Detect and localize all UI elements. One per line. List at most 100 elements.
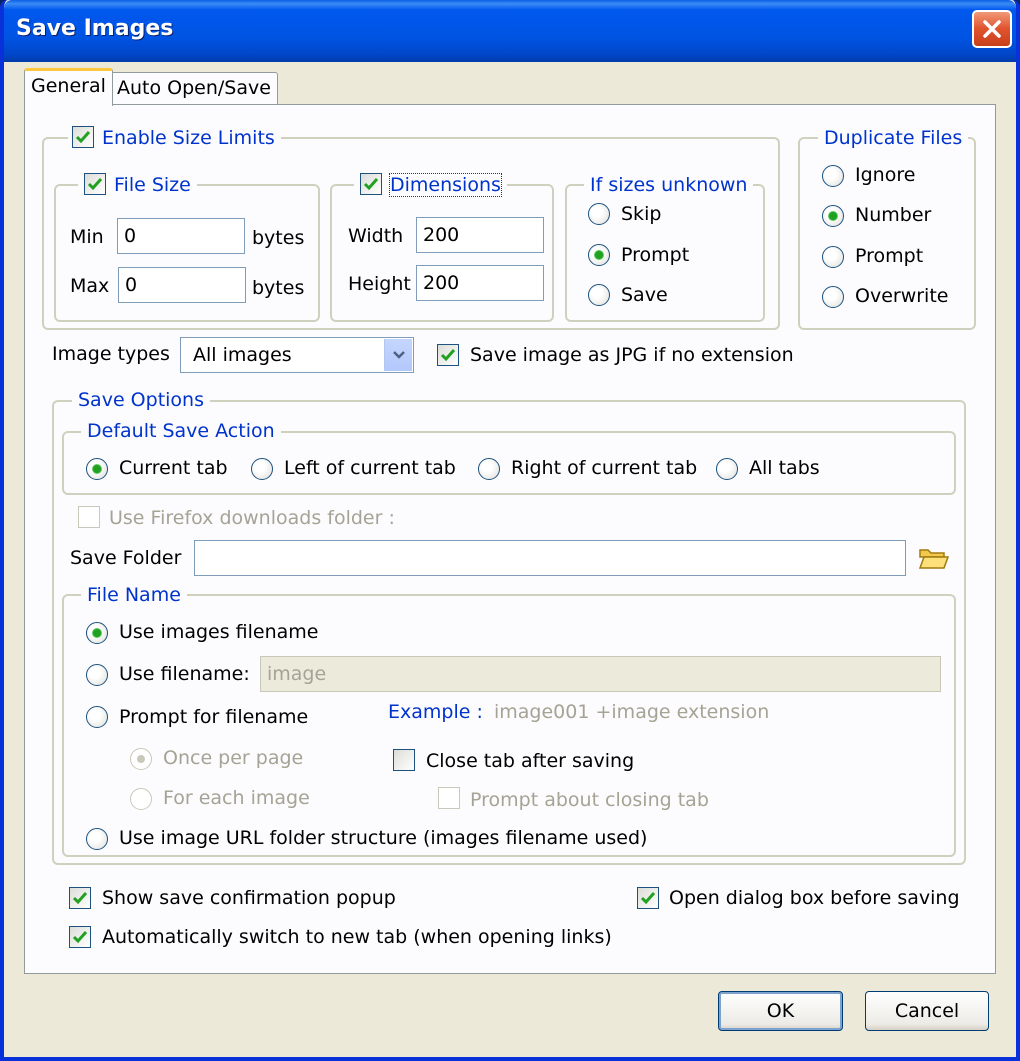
max-size-input[interactable]: 0 — [118, 267, 246, 303]
checkmark-icon — [363, 177, 379, 190]
cancel-button[interactable]: Cancel — [865, 991, 989, 1031]
tab-auto-open-save[interactable]: Auto Open/Save — [110, 72, 278, 106]
save-options-label: Save Options — [78, 389, 204, 411]
prompt-closing-tab-label: Prompt about closing tab — [470, 789, 709, 811]
save-jpg-label: Save image as JPG if no extension — [470, 344, 794, 366]
example-label: Example : — [388, 701, 483, 723]
ok-button-label: OK — [766, 1000, 795, 1022]
chevron-down-icon — [392, 351, 405, 359]
example-value: image001 +image extension — [494, 701, 770, 723]
duplicate-ignore-label: Ignore — [855, 164, 916, 186]
action-left-tab-radio[interactable] — [251, 458, 273, 480]
action-right-tab-radio[interactable] — [478, 458, 500, 480]
sizes-unknown-legend: If sizes unknown — [584, 172, 754, 198]
sizes-unknown-label: If sizes unknown — [590, 174, 748, 196]
duplicate-overwrite-label: Overwrite — [855, 285, 949, 307]
close-button[interactable] — [972, 10, 1012, 48]
unknown-save-radio[interactable] — [588, 284, 610, 306]
use-images-filename-radio[interactable] — [86, 622, 108, 644]
show-confirmation-checkbox[interactable] — [69, 887, 91, 909]
dimensions-checkbox[interactable] — [360, 172, 382, 195]
show-confirmation-label: Show save confirmation popup — [102, 887, 396, 909]
unknown-save-label: Save — [621, 284, 668, 306]
checkmark-icon — [640, 892, 656, 905]
unknown-skip-radio[interactable] — [588, 203, 610, 225]
filename-input[interactable]: image — [260, 656, 941, 692]
enable-size-limits-checkbox[interactable] — [72, 125, 94, 148]
auto-switch-checkbox[interactable] — [69, 926, 91, 948]
prompt-closing-tab-checkbox[interactable] — [438, 787, 460, 809]
file-name-label: File Name — [87, 584, 181, 606]
default-save-action-label: Default Save Action — [87, 420, 275, 442]
image-types-label: Image types — [52, 343, 170, 365]
checkmark-icon — [440, 349, 456, 362]
duplicate-prompt-radio[interactable] — [822, 246, 844, 268]
dimensions-label: Dimensions — [389, 173, 502, 197]
duplicate-prompt-label: Prompt — [855, 245, 924, 267]
duplicate-number-radio[interactable] — [822, 205, 844, 227]
width-input[interactable]: 200 — [416, 217, 544, 253]
prompt-for-filename-radio[interactable] — [86, 706, 108, 728]
width-value: 200 — [423, 224, 460, 246]
folder-icon — [918, 549, 950, 569]
use-filename-radio[interactable] — [86, 664, 108, 686]
image-types-value: All images — [193, 344, 292, 366]
image-types-dropdown-button[interactable] — [384, 339, 412, 371]
checkmark-icon — [72, 892, 88, 905]
use-images-filename-label: Use images filename — [119, 621, 319, 643]
window-title: Save Images — [16, 16, 174, 41]
save-jpg-checkbox[interactable] — [437, 344, 459, 366]
image-types-select[interactable]: All images — [180, 337, 414, 373]
for-each-image-radio[interactable] — [130, 788, 152, 810]
use-firefox-downloads-label: Use Firefox downloads folder : — [109, 507, 395, 529]
open-dialog-label: Open dialog box before saving — [669, 887, 960, 909]
title-bar[interactable]: Save Images — [4, 0, 1016, 62]
tab-general-label: General — [31, 75, 106, 97]
browse-folder-button[interactable] — [918, 544, 950, 572]
duplicate-overwrite-radio[interactable] — [822, 286, 844, 308]
file-name-legend: File Name — [81, 582, 187, 608]
url-structure-label: Use image URL folder structure (images f… — [119, 827, 648, 849]
min-unit-label: bytes — [252, 227, 305, 249]
file-size-checkbox[interactable] — [84, 172, 106, 195]
action-current-tab-radio[interactable] — [86, 458, 108, 480]
size-limits-legend: Enable Size Limits — [68, 125, 281, 151]
radio-dot — [595, 251, 603, 259]
use-firefox-downloads-checkbox[interactable] — [78, 506, 100, 528]
ok-button[interactable]: OK — [718, 991, 843, 1031]
duplicate-number-label: Number — [855, 204, 932, 226]
min-label: Min — [70, 226, 104, 248]
checkmark-icon — [75, 130, 91, 143]
height-input[interactable]: 200 — [416, 265, 544, 301]
url-structure-radio[interactable] — [86, 828, 108, 850]
action-all-tabs-radio[interactable] — [716, 458, 738, 480]
tab-general[interactable]: General — [24, 68, 113, 106]
save-folder-input[interactable] — [194, 540, 906, 576]
open-dialog-checkbox[interactable] — [637, 887, 659, 909]
action-left-tab-label: Left of current tab — [284, 457, 456, 479]
max-unit-label: bytes — [252, 277, 305, 299]
height-value: 200 — [423, 272, 460, 294]
tab-auto-open-save-label: Auto Open/Save — [117, 77, 271, 99]
duplicate-ignore-radio[interactable] — [822, 165, 844, 187]
height-label: Height — [348, 273, 411, 295]
duplicate-files-legend: Duplicate Files — [818, 125, 969, 151]
action-current-tab-label: Current tab — [119, 457, 228, 479]
max-size-value: 0 — [125, 274, 138, 296]
save-options-legend: Save Options — [72, 387, 210, 413]
radio-dot — [93, 465, 101, 473]
file-size-label: File Size — [114, 174, 191, 196]
min-size-input[interactable]: 0 — [117, 218, 245, 254]
dimensions-legend: Dimensions — [354, 172, 507, 198]
close-icon — [983, 20, 1001, 38]
width-label: Width — [348, 225, 404, 247]
unknown-prompt-radio[interactable] — [588, 244, 610, 266]
close-tab-label: Close tab after saving — [426, 750, 635, 772]
save-folder-label: Save Folder — [70, 547, 182, 569]
action-right-tab-label: Right of current tab — [511, 457, 698, 479]
once-per-page-radio[interactable] — [130, 748, 152, 770]
close-tab-checkbox[interactable] — [393, 749, 415, 771]
dimensions-group — [330, 184, 554, 322]
checkmark-icon — [87, 177, 103, 190]
cancel-button-label: Cancel — [894, 1000, 960, 1022]
